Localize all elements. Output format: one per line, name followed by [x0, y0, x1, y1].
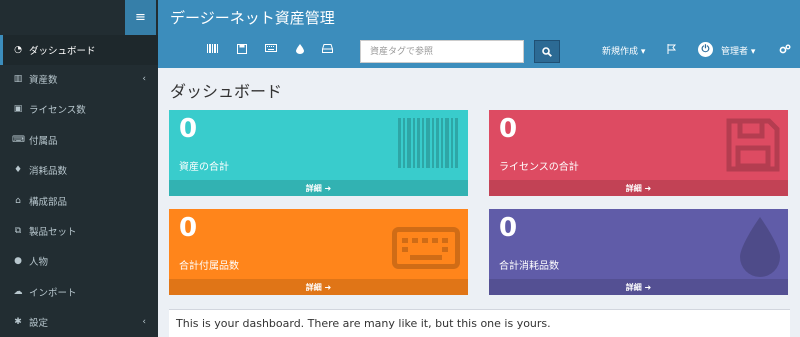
stat-label: ライセンスの合計: [499, 162, 579, 173]
page-title: ダッシュボード: [170, 82, 283, 101]
caret-down-icon: ▾: [640, 47, 646, 57]
keyboard-icon: ⌨: [12, 135, 25, 145]
sidebar: ◔ ダッシュボード ▥ 資産数 ‹ ▣ ライセンス数 ⌨ 付属品 ♦ 消耗品数 …: [0, 35, 158, 337]
chevron-left-icon: ‹: [142, 317, 146, 327]
barcode-icon: [398, 118, 458, 168]
stat-box-assets: 0 資産の合計 詳細 ➜: [169, 110, 468, 196]
cloud-upload-icon: ☁: [13, 287, 23, 297]
stat-label: 合計消耗品数: [499, 261, 559, 272]
sidebar-item-components[interactable]: ⌂ 構成部品: [0, 186, 158, 216]
top-navbar: デージーネット資産管理 新規作成 ▾ ⏻ 管理者 ▾: [158, 0, 800, 68]
sidebar-item-accessories[interactable]: ⌨ 付属品: [0, 125, 158, 155]
tint-icon: ♦: [13, 165, 23, 175]
sidebar-item-import[interactable]: ☁ インポート: [0, 277, 158, 307]
stat-label: 資産の合計: [179, 162, 229, 173]
floppy-icon: [726, 118, 780, 172]
sidebar-item-label: ライセンス数: [29, 105, 86, 116]
keyboard-icon: [392, 227, 460, 269]
sidebar-item-label: 消耗品数: [29, 166, 68, 177]
users-icon: ●: [14, 256, 22, 266]
create-new-menu[interactable]: 新規作成 ▾: [602, 44, 645, 57]
sidebar-item-settings[interactable]: ✱ 設定 ‹: [0, 307, 158, 337]
dashboard-icon: ◔: [14, 45, 22, 55]
stat-count: 0: [499, 213, 518, 243]
more-info-label: 詳細: [305, 282, 322, 292]
sidebar-item-label: 製品セット: [29, 227, 77, 238]
hamburger-icon: ≡: [135, 10, 146, 25]
flag-icon[interactable]: [667, 44, 677, 57]
keyboard-icon[interactable]: [264, 44, 278, 55]
sidebar-item-dashboard[interactable]: ◔ ダッシュボード: [0, 35, 158, 65]
stat-count: 0: [499, 114, 518, 144]
sidebar-item-label: 構成部品: [29, 197, 68, 208]
hdd-icon[interactable]: [320, 44, 334, 56]
save-icon[interactable]: [235, 44, 249, 57]
stat-label: 合計付属品数: [179, 261, 239, 272]
sidebar-toggle-button[interactable]: ≡: [125, 0, 156, 35]
more-info-label: 詳細: [625, 282, 642, 292]
sidebar-item-label: 資産数: [29, 75, 58, 86]
admin-user-menu[interactable]: 管理者 ▾: [721, 44, 755, 57]
stat-box-consumables: 0 合計消耗品数 詳細 ➜: [489, 209, 788, 295]
stat-count: 0: [179, 114, 198, 144]
sidebar-item-label: 付属品: [29, 136, 58, 147]
arrow-circle-right-icon: ➜: [641, 183, 652, 193]
stat-box-licenses: 0 ライセンスの合計 詳細 ➜: [489, 110, 788, 196]
arrow-circle-right-icon: ➜: [321, 282, 332, 292]
sidebar-item-assets[interactable]: ▥ 資産数 ‹: [0, 64, 158, 94]
tint-icon: [740, 217, 780, 277]
more-info-label: 詳細: [625, 183, 642, 193]
barcode-icon[interactable]: [206, 44, 220, 56]
asset-tag-search-input[interactable]: [360, 40, 524, 63]
barcode-icon: ▥: [13, 74, 23, 84]
cogs-icon[interactable]: [779, 44, 791, 57]
sidebar-item-licenses[interactable]: ▣ ライセンス数: [0, 94, 158, 124]
object-group-icon: ⧉: [14, 226, 22, 236]
search-button[interactable]: [534, 40, 560, 63]
cog-icon: ✱: [14, 317, 22, 327]
sidebar-item-label: ダッシュボード: [29, 46, 96, 57]
app-title[interactable]: デージーネット資産管理: [170, 7, 335, 28]
dashboard-message: This is your dashboard. There are many l…: [169, 309, 790, 337]
chevron-left-icon: ‹: [142, 74, 146, 84]
more-info-link[interactable]: 詳細 ➜: [489, 279, 788, 295]
more-info-link[interactable]: 詳細 ➜: [169, 279, 468, 295]
hdd-icon: ⌂: [15, 196, 21, 206]
stat-box-accessories: 0 合計付属品数 詳細 ➜: [169, 209, 468, 295]
sidebar-item-label: インポート: [29, 288, 77, 299]
save-icon: ▣: [13, 104, 23, 114]
more-info-link[interactable]: 詳細 ➜: [169, 180, 468, 196]
sidebar-item-kits[interactable]: ⧉ 製品セット: [0, 216, 158, 246]
arrow-circle-right-icon: ➜: [321, 183, 332, 193]
tint-icon[interactable]: [293, 44, 307, 57]
more-info-link[interactable]: 詳細 ➜: [489, 180, 788, 196]
arrow-circle-right-icon: ➜: [641, 282, 652, 292]
sidebar-item-people[interactable]: ● 人物: [0, 246, 158, 276]
power-icon[interactable]: ⏻: [698, 42, 713, 57]
stat-count: 0: [179, 213, 198, 243]
admin-label: 管理者: [721, 47, 749, 57]
caret-down-icon: ▾: [750, 47, 756, 57]
more-info-label: 詳細: [305, 183, 322, 193]
sidebar-item-consumables[interactable]: ♦ 消耗品数: [0, 155, 158, 185]
sidebar-item-label: 人物: [29, 257, 49, 268]
create-new-label: 新規作成: [602, 47, 639, 57]
search-icon: [542, 46, 552, 57]
sidebar-item-label: 設定: [29, 318, 49, 329]
